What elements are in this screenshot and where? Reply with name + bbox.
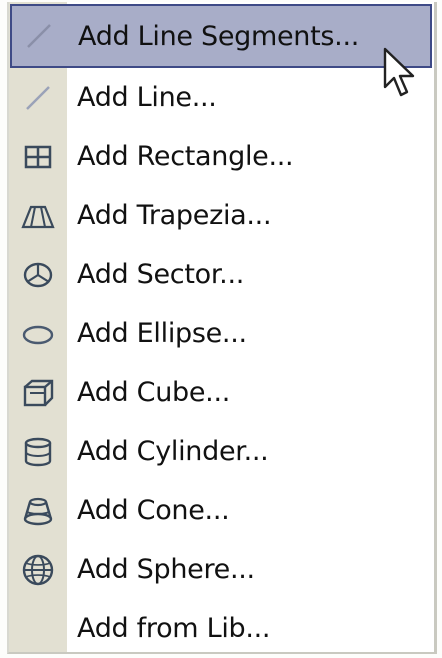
menu-item-add-ellipse[interactable]: Add Ellipse... xyxy=(9,304,434,363)
menu-item-label: Add Line... xyxy=(77,82,217,113)
line-segments-icon xyxy=(12,6,66,66)
menu-item-add-from-lib[interactable]: Add from Lib... xyxy=(9,599,434,658)
menu-item-label: Add Trapezia... xyxy=(77,200,272,231)
menu-item-add-line-segments[interactable]: Add Line Segments... xyxy=(10,4,432,68)
menu-item-add-sphere[interactable]: Add Sphere... xyxy=(9,540,434,599)
cube-icon xyxy=(9,363,67,422)
cone-icon xyxy=(9,481,67,540)
line-icon xyxy=(9,68,67,127)
context-menu: Add Line Segments... Add Line... Add Rec… xyxy=(7,2,437,654)
menu-item-add-line[interactable]: Add Line... xyxy=(9,68,434,127)
menu-item-label: Add Rectangle... xyxy=(77,141,294,172)
menu-item-add-cone[interactable]: Add Cone... xyxy=(9,481,434,540)
menu-item-add-cube[interactable]: Add Cube... xyxy=(9,363,434,422)
menu-item-label: Add Line Segments... xyxy=(78,20,360,52)
empty-icon-slot xyxy=(9,599,67,658)
menu-item-add-cylinder[interactable]: Add Cylinder... xyxy=(9,422,434,481)
menu-item-label: Add Cube... xyxy=(77,377,231,408)
menu-item-add-rectangle[interactable]: Add Rectangle... xyxy=(9,127,434,186)
cylinder-icon xyxy=(9,422,67,481)
menu-item-label: Add Ellipse... xyxy=(77,318,247,349)
screen: Add Line Segments... Add Line... Add Rec… xyxy=(0,0,442,658)
menu-item-label: Add Sphere... xyxy=(77,554,255,585)
menu-item-add-sector[interactable]: Add Sector... xyxy=(9,245,434,304)
menu-item-label: Add Cone... xyxy=(77,495,230,526)
menu-item-label: Add from Lib... xyxy=(77,613,271,644)
sector-icon xyxy=(9,245,67,304)
arrow-cursor-icon xyxy=(383,47,415,97)
sphere-icon xyxy=(9,540,67,599)
menu-item-label: Add Sector... xyxy=(77,259,245,290)
ellipse-icon xyxy=(9,304,67,363)
menu-item-label: Add Cylinder... xyxy=(77,436,269,467)
menu-item-list: Add Line Segments... Add Line... Add Rec… xyxy=(9,4,434,658)
menu-item-add-trapezia[interactable]: Add Trapezia... xyxy=(9,186,434,245)
trapezia-icon xyxy=(9,186,67,245)
rectangle-icon xyxy=(9,127,67,186)
